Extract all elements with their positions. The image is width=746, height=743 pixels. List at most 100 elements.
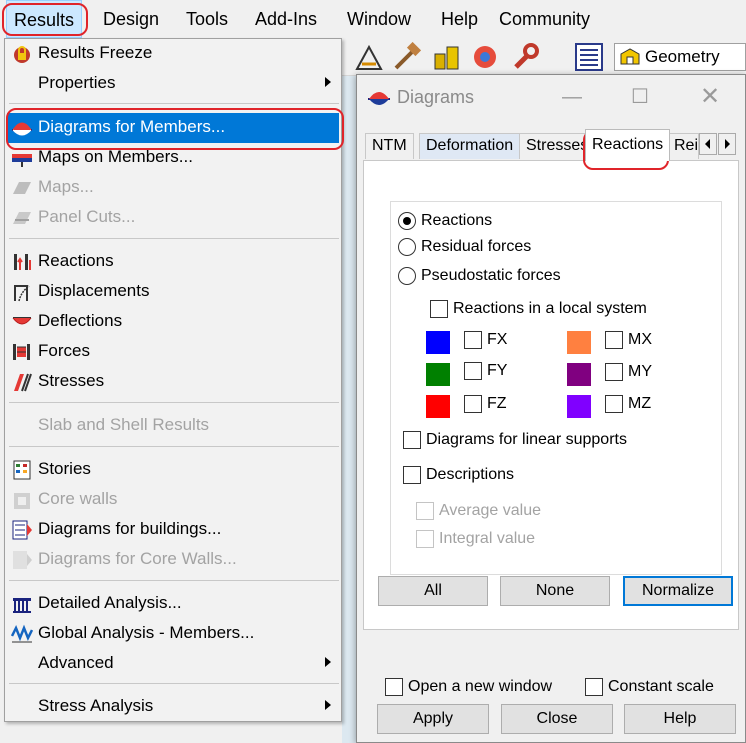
checkbox-fy[interactable]: [464, 362, 482, 380]
help-button[interactable]: Help: [624, 704, 736, 734]
menu-item-core-walls[interactable]: Core walls: [7, 485, 339, 515]
close-button[interactable]: Close: [501, 704, 613, 734]
color-swatch-my[interactable]: [567, 363, 591, 386]
menu-item-detailed-analysis[interactable]: Detailed Analysis...: [7, 589, 339, 619]
tab-reinforcement[interactable]: Rei: [667, 133, 699, 159]
checkbox-fz[interactable]: [464, 395, 482, 413]
menu-item-diagrams-for-members[interactable]: Diagrams for Members...: [7, 113, 339, 143]
menu-item-global-analysis-members[interactable]: Global Analysis - Members...: [7, 619, 339, 649]
menu-item-deflections[interactable]: Deflections: [7, 307, 339, 337]
menu-separator: [9, 238, 339, 239]
menu-item-properties[interactable]: Properties: [7, 69, 339, 99]
tab-ntm[interactable]: NTM: [365, 133, 414, 159]
menu-item-advanced[interactable]: Advanced: [7, 649, 339, 679]
menu-item-label: Deflections: [38, 311, 123, 330]
checkbox-constant-scale-label: Constant scale: [608, 678, 714, 695]
menu-add-ins[interactable]: Add-Ins: [253, 0, 319, 38]
menu-item-stress-analysis[interactable]: Stress Analysis: [7, 692, 339, 722]
checkbox-constant-scale[interactable]: [585, 678, 603, 696]
checkbox-open-new-window[interactable]: [385, 678, 403, 696]
menu-item-diagrams-for-core-walls[interactable]: Diagrams for Core Walls...: [7, 545, 339, 575]
radio-pseudostatic-forces[interactable]: [398, 267, 416, 285]
menu-help[interactable]: Help: [439, 0, 480, 38]
wrench-icon[interactable]: [510, 42, 540, 72]
hammer-icon[interactable]: [392, 42, 422, 72]
menu-item-diagrams-for-buildings[interactable]: Diagrams for buildings...: [7, 515, 339, 545]
map-icon: [13, 182, 31, 194]
stresses-icon: [14, 373, 32, 392]
tab-deformation[interactable]: Deformation: [419, 133, 521, 159]
radio-reactions[interactable]: [398, 212, 416, 230]
menu-item-displacements[interactable]: Displacements: [7, 277, 339, 307]
checkbox-descriptions[interactable]: [403, 466, 421, 484]
geometry-button[interactable]: Geometry: [614, 43, 746, 71]
geometry-icon: [620, 48, 640, 65]
color-swatch-fy[interactable]: [426, 363, 450, 386]
menu-item-maps[interactable]: Maps...: [7, 173, 339, 203]
detailed-analysis-icon: [13, 598, 31, 613]
tab-scroll-right-button[interactable]: [718, 133, 736, 155]
menu-item-label: Stresses: [38, 371, 105, 390]
checkbox-average-value[interactable]: [416, 502, 434, 520]
displacements-icon: [14, 285, 30, 302]
submenu-arrow-icon: [325, 700, 331, 710]
menu-item-label: Results Freeze: [38, 43, 153, 62]
menu-community[interactable]: Community: [497, 0, 592, 38]
menu-item-label: Maps on Members...: [38, 147, 193, 166]
menu-separator: [9, 446, 339, 447]
close-window-button[interactable]: ✕: [695, 83, 725, 111]
checkbox-my-label: MY: [628, 363, 652, 380]
menu-item-stresses[interactable]: Stresses: [7, 367, 339, 397]
menu-item-label: Panel Cuts...: [38, 207, 136, 226]
minimize-button[interactable]: —: [557, 83, 587, 111]
radio-pseudostatic-forces-label: Pseudostatic forces: [421, 267, 561, 284]
menu-item-maps-on-members[interactable]: Maps on Members...: [7, 143, 339, 173]
color-swatch-fx[interactable]: [426, 331, 450, 354]
color-swatch-fz[interactable]: [426, 395, 450, 418]
checkbox-mx[interactable]: [605, 331, 623, 349]
menu-item-panel-cuts[interactable]: Panel Cuts...: [7, 203, 339, 233]
table-icon[interactable]: [574, 42, 604, 72]
color-swatch-mx[interactable]: [567, 331, 591, 354]
load-cases-icon[interactable]: [432, 42, 462, 72]
checkbox-fx[interactable]: [464, 331, 482, 349]
menu-results[interactable]: Results: [6, 0, 82, 38]
menu-item-label: Diagrams for Members...: [38, 117, 226, 136]
normalize-button[interactable]: Normalize: [623, 576, 733, 606]
reactions-icon: [14, 254, 31, 270]
checkbox-linear-supports[interactable]: [403, 431, 421, 449]
menu-tools[interactable]: Tools: [184, 0, 230, 38]
menu-design[interactable]: Design: [101, 0, 161, 38]
color-swatch-mz[interactable]: [567, 395, 591, 418]
apply-button[interactable]: Apply: [377, 704, 489, 734]
menu-item-results-freeze[interactable]: Results Freeze: [7, 39, 339, 69]
core-wall-diagram-icon: [13, 551, 32, 569]
menu-item-forces[interactable]: Forces: [7, 337, 339, 367]
radio-residual-forces[interactable]: [398, 238, 416, 256]
tab-reactions[interactable]: Reactions: [585, 129, 671, 161]
menu-separator: [9, 103, 339, 104]
checkbox-my[interactable]: [605, 363, 623, 381]
menu-separator: [9, 402, 339, 403]
menu-item-reactions[interactable]: Reactions: [7, 247, 339, 277]
checkbox-mz[interactable]: [605, 395, 623, 413]
maximize-button[interactable]: ☐: [625, 83, 655, 111]
forces-icon: [13, 344, 30, 360]
measure-icon[interactable]: [354, 42, 384, 72]
menu-item-slab-shell-results[interactable]: Slab and Shell Results: [7, 411, 339, 441]
diagrams-dialog: Diagrams — ☐ ✕ NTM Deformation Stresses …: [356, 74, 746, 743]
results-menu: Results Freeze Properties Diagrams for M…: [4, 38, 342, 722]
menu-window[interactable]: Window: [345, 0, 413, 38]
tab-scroll-left-button[interactable]: [699, 133, 717, 155]
none-button[interactable]: None: [500, 576, 610, 606]
tab-stresses[interactable]: Stresses: [519, 133, 596, 159]
combination-icon[interactable]: [470, 42, 500, 72]
checkbox-linear-supports-label: Diagrams for linear supports: [426, 431, 627, 448]
checkbox-integral-value[interactable]: [416, 530, 434, 548]
menu-item-stories[interactable]: Stories: [7, 455, 339, 485]
menu-item-label: Forces: [38, 341, 90, 360]
checkbox-open-new-window-label: Open a new window: [408, 678, 553, 695]
checkbox-local-system[interactable]: [430, 300, 448, 318]
menu-item-label: Diagrams for buildings...: [38, 519, 222, 538]
all-button[interactable]: All: [378, 576, 488, 606]
